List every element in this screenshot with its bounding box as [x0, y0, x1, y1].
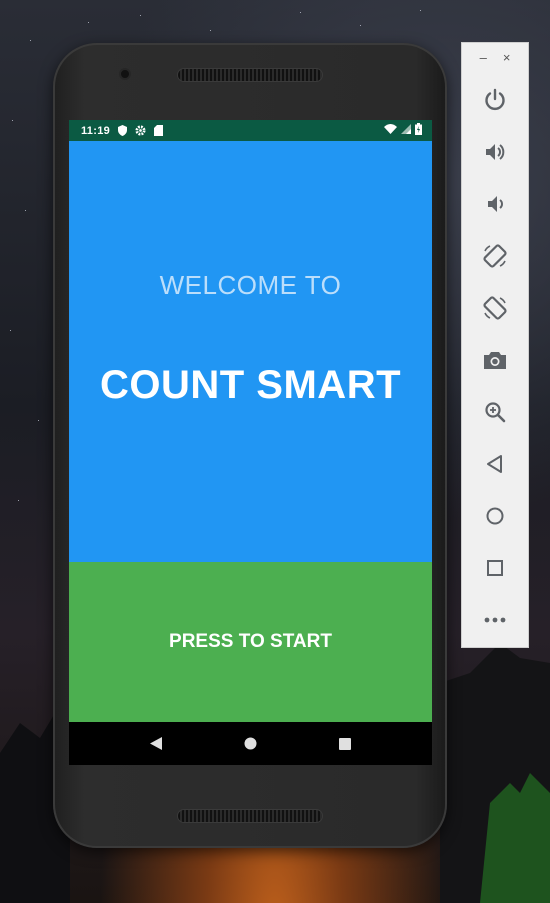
- back-icon: [150, 737, 163, 750]
- recents-icon: [338, 737, 351, 750]
- settings-icon: [135, 125, 146, 136]
- overview-icon: [487, 560, 503, 576]
- wifi-icon: [384, 124, 397, 137]
- android-nav-bar: [69, 722, 432, 765]
- welcome-label: WELCOME TO: [159, 270, 342, 300]
- volume-up-button[interactable]: [479, 136, 511, 168]
- start-button[interactable]: PRESS TO START: [69, 562, 432, 722]
- battery-icon: [415, 123, 422, 138]
- zoom-icon: [485, 402, 506, 423]
- zoom-button[interactable]: [479, 396, 511, 428]
- camera-icon: [484, 352, 506, 369]
- shield-icon: [118, 125, 128, 136]
- home-icon: [244, 737, 257, 750]
- home-icon: [486, 507, 504, 525]
- rotate-left-icon: [483, 244, 507, 268]
- bottom-speaker: [178, 810, 322, 822]
- front-camera: [121, 70, 129, 78]
- rotate-right-button[interactable]: [479, 292, 511, 324]
- power-button[interactable]: [479, 84, 511, 116]
- signal-icon: [401, 124, 411, 137]
- emulator-toolbar: – ×: [461, 42, 529, 648]
- rotate-right-icon: [483, 296, 507, 320]
- more-button[interactable]: [479, 604, 511, 636]
- volume-down-button[interactable]: [479, 188, 511, 220]
- volume-up-icon: [486, 144, 505, 160]
- window-controls: – ×: [462, 50, 528, 65]
- screenshot-button[interactable]: [479, 344, 511, 376]
- power-icon: [485, 88, 505, 111]
- phone-frame: 11:19 WELCOME TO COUNT SMART PRESS TO ST…: [53, 43, 447, 848]
- nav-home-button[interactable]: [230, 729, 270, 759]
- sd-card-icon: [154, 125, 164, 136]
- top-speaker: [178, 69, 322, 81]
- emulator-home-button[interactable]: [479, 500, 511, 532]
- emulator-overview-button[interactable]: [479, 552, 511, 584]
- nav-recents-button[interactable]: [325, 729, 365, 759]
- nav-back-button[interactable]: [136, 729, 176, 759]
- back-icon: [487, 455, 502, 473]
- minimize-icon[interactable]: –: [480, 50, 487, 65]
- close-icon[interactable]: ×: [503, 50, 511, 65]
- more-icon: [484, 617, 506, 623]
- rotate-left-button[interactable]: [479, 240, 511, 272]
- emulator-back-button[interactable]: [479, 448, 511, 480]
- status-time: 11:19: [81, 124, 111, 137]
- app-title: COUNT SMART: [99, 363, 402, 407]
- welcome-panel: WELCOME TO COUNT SMART: [69, 141, 432, 562]
- status-bar: 11:19: [69, 120, 432, 141]
- phone-screen: 11:19 WELCOME TO COUNT SMART PRESS TO ST…: [69, 120, 432, 765]
- volume-down-icon: [488, 196, 503, 212]
